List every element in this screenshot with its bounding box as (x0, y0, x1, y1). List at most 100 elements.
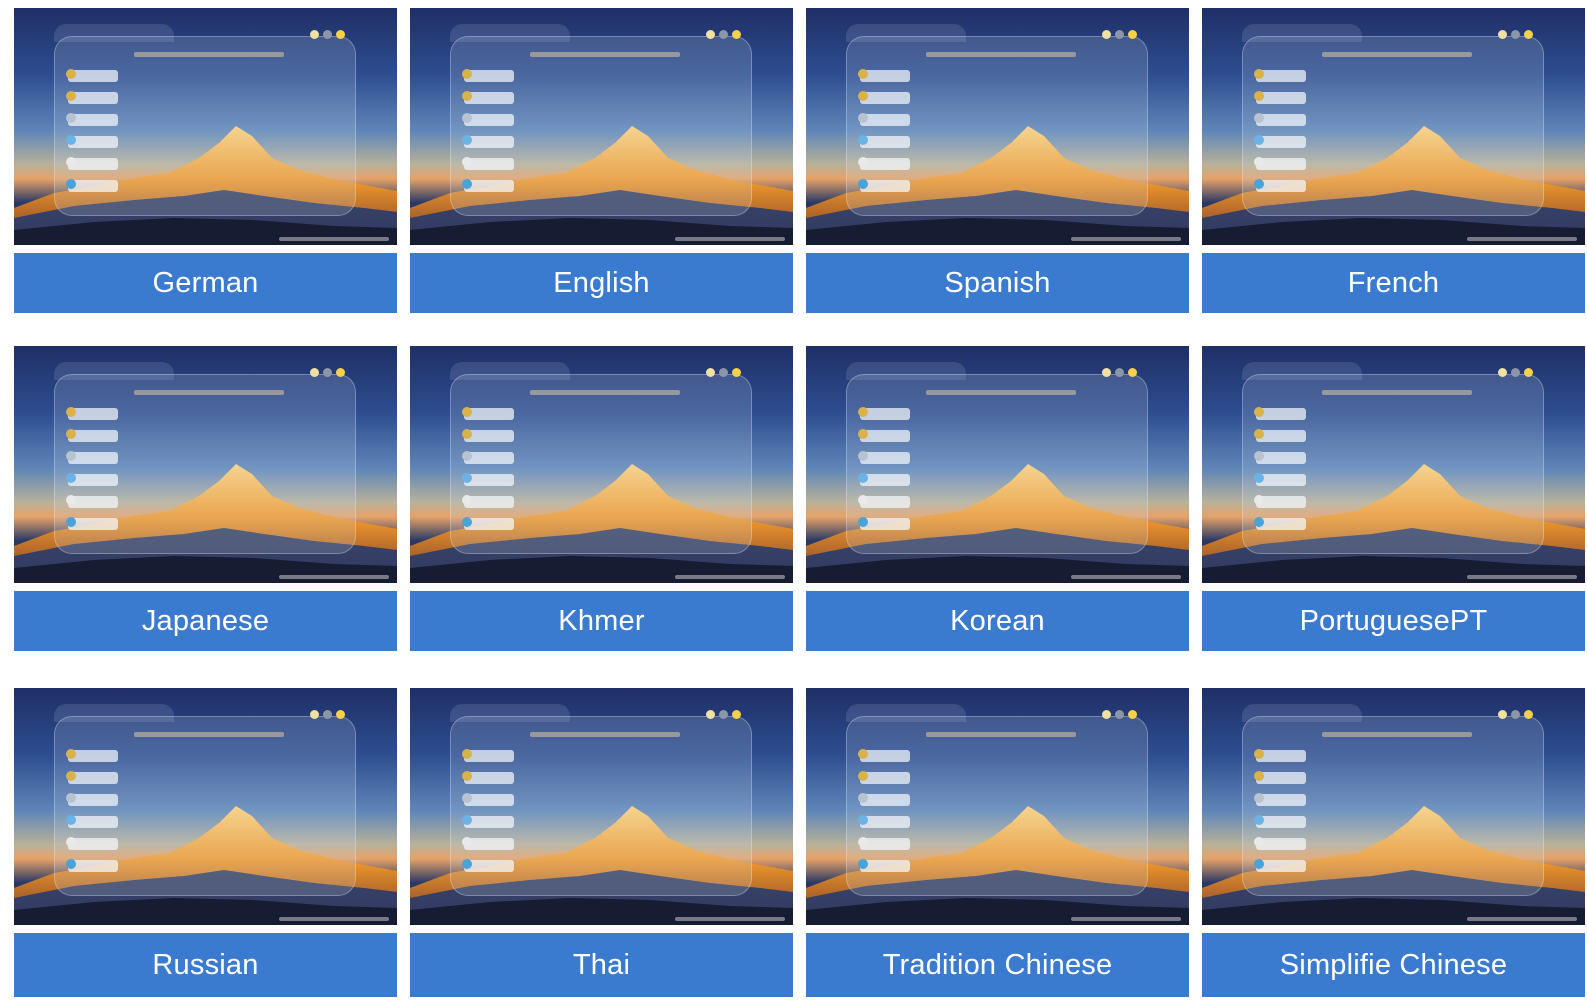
menu-item (66, 451, 118, 464)
menu-item (858, 495, 910, 508)
menu-item-icon (1254, 91, 1264, 101)
menu-item (1254, 815, 1306, 828)
menu-item-icon (66, 815, 76, 825)
menu-item-icon (66, 793, 76, 803)
menu-item (462, 451, 514, 464)
menu-item-icon (462, 91, 472, 101)
headline-text-bar (926, 732, 1076, 737)
menu-item (1254, 473, 1306, 486)
menu-item (66, 771, 118, 784)
footer-text-bar (1467, 917, 1577, 921)
ui-screenshot-thumbnail (14, 346, 397, 583)
language-label: Thai (410, 933, 793, 997)
headline-text-bar (134, 52, 284, 57)
menu-item-icon (858, 793, 868, 803)
menu-item (858, 179, 910, 192)
tray-icon (1511, 710, 1520, 719)
tray-icon (336, 30, 345, 39)
status-tray (1498, 710, 1533, 720)
status-tray (706, 30, 741, 40)
footer-text-bar (279, 575, 389, 579)
tray-icon (1498, 30, 1507, 39)
menu-item-icon (858, 837, 868, 847)
menu-item-icon (462, 135, 472, 145)
menu-item (1254, 179, 1306, 192)
language-label: Russian (14, 933, 397, 997)
menu-item-icon (66, 135, 76, 145)
menu-item (66, 407, 118, 420)
status-tray (706, 710, 741, 720)
menu-item (462, 815, 514, 828)
tray-icon (323, 368, 332, 377)
menu-item (462, 135, 514, 148)
status-tray (1102, 30, 1137, 40)
menu-item-icon (858, 517, 868, 527)
headline-text-bar (530, 52, 680, 57)
tray-icon (323, 30, 332, 39)
status-tray (706, 368, 741, 378)
menu-item-icon (1254, 451, 1264, 461)
menu-item (66, 69, 118, 82)
menu-item (462, 179, 514, 192)
menu-item-icon (1254, 771, 1264, 781)
menu-item (462, 157, 514, 170)
menu-item-icon (858, 859, 868, 869)
menu-item (462, 793, 514, 806)
headline-text-bar (926, 390, 1076, 395)
tray-icon (732, 368, 741, 377)
menu-item (462, 407, 514, 420)
menu-item (462, 473, 514, 486)
ui-screenshot-thumbnail (410, 688, 793, 925)
status-tray (310, 30, 345, 40)
menu-item (1254, 837, 1306, 850)
headline-text-bar (1322, 52, 1472, 57)
status-tray (1102, 368, 1137, 378)
menu-item-icon (462, 473, 472, 483)
headline-text-bar (926, 52, 1076, 57)
menu-item-icon (1254, 793, 1264, 803)
ui-screenshot-thumbnail (410, 346, 793, 583)
footer-text-bar (1467, 575, 1577, 579)
menu-item-icon (858, 815, 868, 825)
menu-item (858, 793, 910, 806)
footer-text-bar (1071, 237, 1181, 241)
menu-item (66, 113, 118, 126)
menu-item (66, 815, 118, 828)
menu-item (858, 135, 910, 148)
menu-item (858, 859, 910, 872)
tray-icon (732, 30, 741, 39)
status-tray (1102, 710, 1137, 720)
tray-icon (706, 710, 715, 719)
ui-screenshot-thumbnail (1202, 346, 1585, 583)
tray-icon (719, 368, 728, 377)
ui-screenshot-thumbnail (806, 8, 1189, 245)
headline-text-bar (134, 390, 284, 395)
menu-item (1254, 91, 1306, 104)
menu-item-icon (66, 771, 76, 781)
tray-icon (1524, 710, 1533, 719)
menu-item-icon (1254, 517, 1264, 527)
menu-item-icon (462, 793, 472, 803)
headline-text-bar (1322, 732, 1472, 737)
tray-icon (732, 710, 741, 719)
tray-icon (1102, 30, 1111, 39)
menu-item (66, 517, 118, 530)
language-label: Tradition Chinese (806, 933, 1189, 997)
menu-item (858, 157, 910, 170)
menu-item (66, 793, 118, 806)
menu-item-icon (858, 749, 868, 759)
menu-item-icon (858, 157, 868, 167)
menu-item (858, 837, 910, 850)
menu-item-icon (462, 113, 472, 123)
menu-item (1254, 429, 1306, 442)
menu-item-icon (858, 91, 868, 101)
language-label: French (1202, 253, 1585, 313)
tray-icon (1524, 30, 1533, 39)
menu-item-icon (462, 859, 472, 869)
menu-item-icon (462, 69, 472, 79)
ui-screenshot-thumbnail (806, 346, 1189, 583)
ui-screenshot-thumbnail (806, 688, 1189, 925)
menu-item (66, 749, 118, 762)
tray-icon (1524, 368, 1533, 377)
menu-item (858, 69, 910, 82)
